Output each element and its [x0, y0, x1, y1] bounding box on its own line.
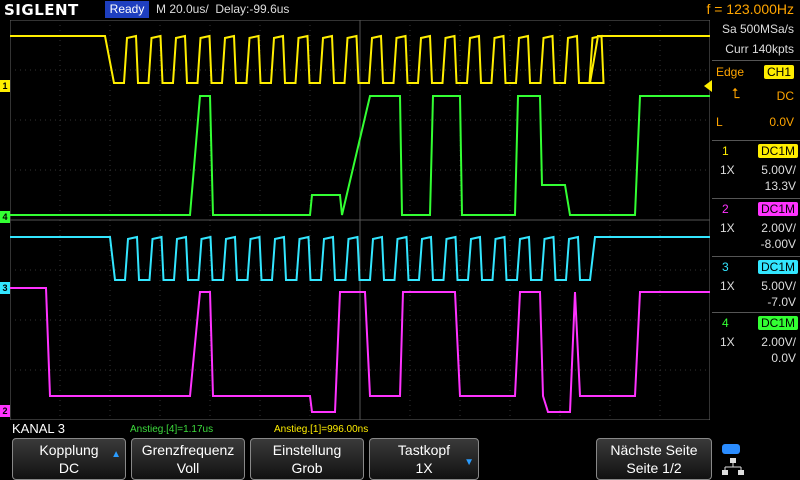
softkey-label: Kopplung	[39, 442, 99, 458]
coupling-badge: DC1M	[758, 316, 799, 330]
softkey-label: Einstellung	[272, 442, 342, 458]
trigger-level-label: L	[716, 115, 723, 129]
delay-value: Delay:-99.6us	[215, 2, 290, 16]
timebase-readout[interactable]: M 20.0us/ Delay:-99.6us	[156, 2, 289, 16]
channel-number: 1	[722, 144, 729, 158]
channel-number: 2	[722, 202, 729, 216]
probe-ratio: 1X	[720, 163, 735, 177]
trigger-coupling: DC	[776, 89, 794, 103]
softkey-label: Tastkopf	[397, 442, 451, 458]
bandwidth-softkey[interactable]: Grenzfrequenz Voll	[131, 438, 245, 480]
channel-3-panel[interactable]: 3 DC1M 1X 5.00V/ -7.0V	[712, 256, 800, 313]
measurement-rise-ch4: Anstieg.[4]=1.17us	[130, 424, 214, 435]
trigger-panel[interactable]: Edge CH1 ⮤ DC L 0.0V	[712, 60, 800, 141]
softkey-value: Grob	[291, 460, 323, 476]
volts-per-div: 5.00V/	[761, 279, 796, 293]
softkey-value: Voll	[176, 460, 200, 476]
channel-offset: 0.0V	[771, 351, 796, 365]
waveform-display[interactable]	[10, 20, 710, 420]
timebase-value: M 20.0us/	[156, 2, 209, 16]
trigger-level-value: 0.0V	[769, 115, 794, 129]
coupling-badge: DC1M	[758, 202, 799, 216]
softkey-label: Grenzfrequenz	[141, 442, 235, 458]
top-status-bar: SIGLENT Ready M 20.0us/ Delay:-99.6us f …	[0, 0, 800, 20]
softkey-value: 1X	[415, 460, 433, 476]
softkey-label: Nächste Seite	[610, 442, 698, 458]
probe-softkey[interactable]: Tastkopf 1X ▼	[369, 438, 479, 480]
probe-ratio: 1X	[720, 335, 735, 349]
ch4-level-marker[interactable]: 4	[0, 211, 10, 223]
brand-logo: SIGLENT	[4, 1, 79, 19]
trigger-source-badge: CH1	[764, 65, 795, 79]
memory-depth: Curr 140kpts	[725, 42, 794, 56]
volts-per-div: 5.00V/	[761, 163, 796, 177]
trigger-level-marker[interactable]	[704, 80, 712, 92]
trigger-type: Edge	[716, 65, 745, 79]
channel-offset: -8.00V	[760, 237, 796, 251]
adjust-softkey[interactable]: Einstellung Grob	[250, 438, 364, 480]
channel-number: 3	[722, 260, 729, 274]
channel-number: 4	[722, 316, 729, 330]
channel-offset: -7.0V	[767, 295, 796, 309]
sample-rate: Sa 500MSa/s	[721, 22, 794, 36]
channel-4-panel[interactable]: 4 DC1M 1X 2.00V/0.0V	[712, 312, 800, 369]
softkey-value: Seite 1/2	[626, 460, 682, 476]
coupling-softkey[interactable]: Kopplung DC ▲	[12, 438, 126, 480]
probe-ratio: 1X	[720, 279, 735, 293]
ch1-level-marker[interactable]: 1	[0, 80, 10, 92]
coupling-badge: DC1M	[758, 260, 799, 274]
coupling-badge: DC1M	[758, 144, 799, 158]
volts-per-div: 2.00V/	[761, 335, 796, 349]
probe-ratio: 1X	[720, 221, 735, 235]
network-icon	[722, 458, 744, 475]
frequency-counter: f = 123.000Hz	[706, 1, 794, 17]
volts-per-div: 2.00V/	[761, 221, 796, 235]
channel-2-panel[interactable]: 2 DC1M 1X 2.00V/ -8.00V	[712, 198, 800, 255]
channel-offset: 13.3V	[764, 179, 796, 193]
ch3-level-marker[interactable]: 3	[0, 282, 10, 294]
acquisition-status: Ready	[105, 1, 149, 18]
next-page-softkey[interactable]: Nächste Seite Seite 1/2	[596, 438, 712, 480]
arrow-up-icon: ▲	[111, 449, 121, 460]
measurement-rise-ch1: Anstieg.[1]=996.00ns	[274, 424, 369, 435]
arrow-down-icon: ▼	[464, 457, 474, 468]
softkey-value: DC	[58, 460, 80, 476]
channel-1-panel[interactable]: 1 DC1M 1X 5.00V/13.3V	[712, 140, 800, 197]
rising-edge-icon: ⮤	[732, 85, 741, 101]
usb-icon	[722, 444, 740, 454]
ch2-level-marker[interactable]: 2	[0, 405, 10, 417]
menu-title: KANAL 3	[12, 421, 65, 436]
